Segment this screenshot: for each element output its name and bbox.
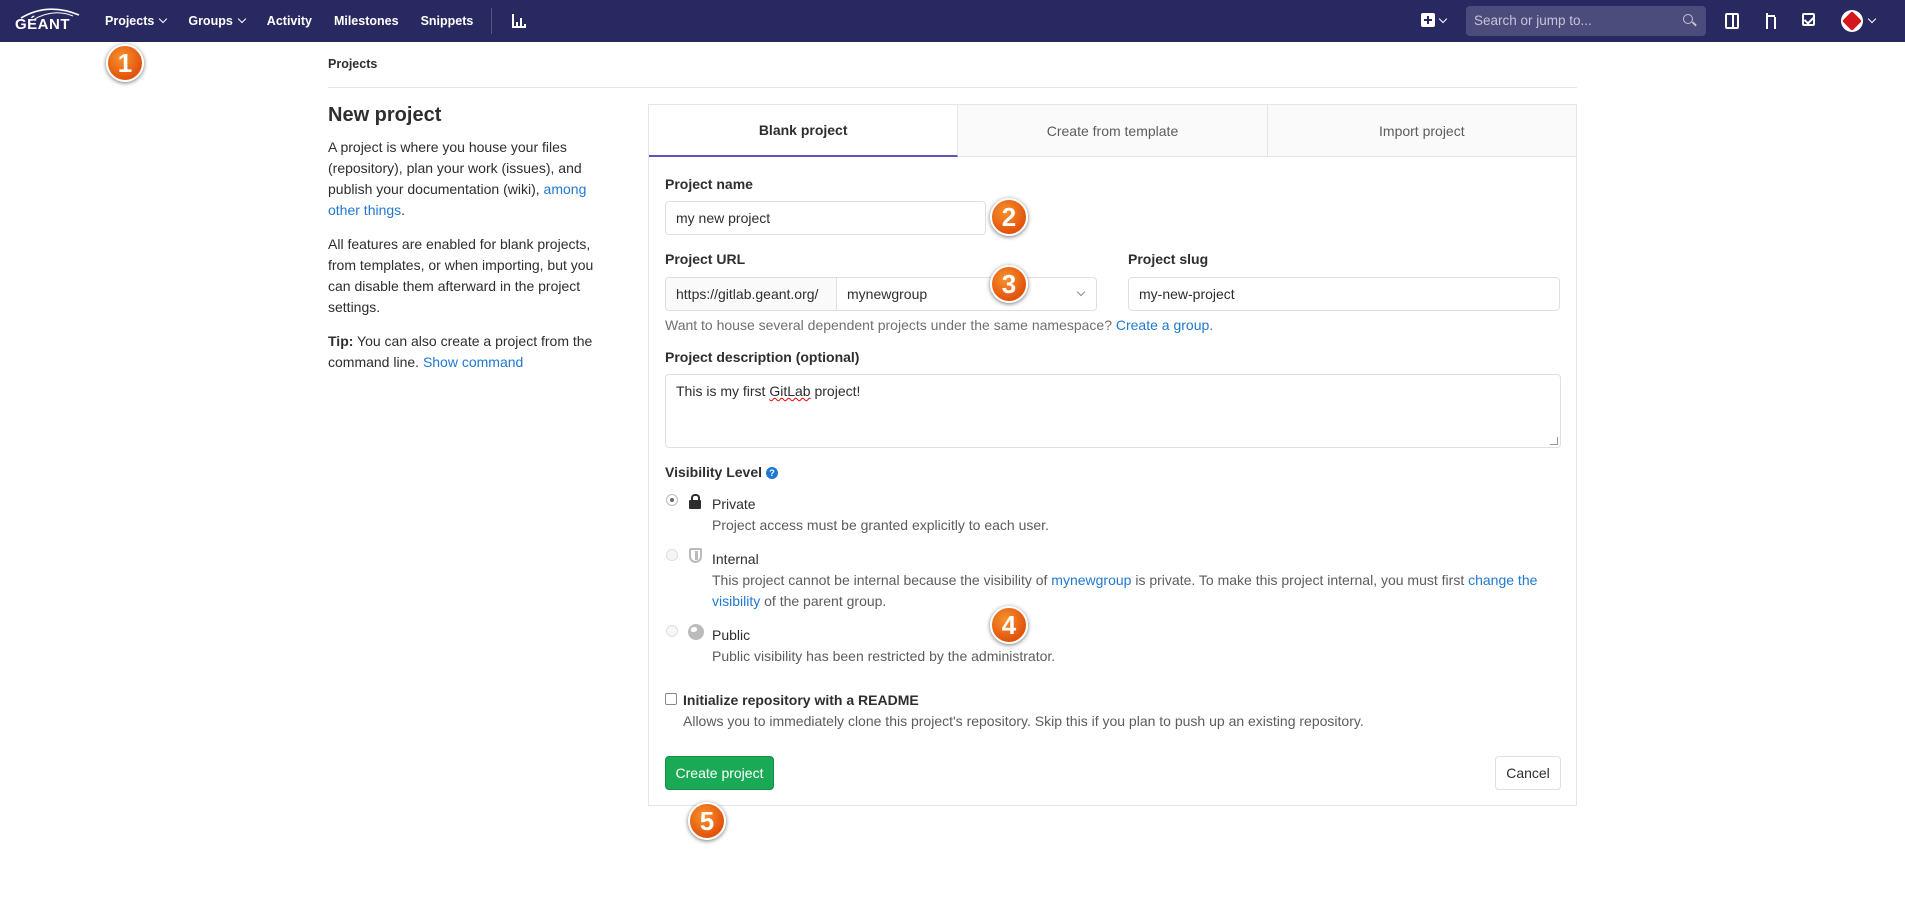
visibility-public-desc: Public visibility has been restricted by… [712,648,1056,664]
nav-milestones[interactable]: Milestones [334,14,399,28]
project-type-tabs: Blank project Create from template Impor… [649,105,1576,157]
step-marker-5: 5 [688,802,726,840]
visibility-public-label: Public [712,627,751,643]
nav-projects[interactable]: Projects [105,14,168,28]
user-avatar[interactable] [1841,10,1863,32]
project-name-label: Project name [665,176,753,192]
visibility-label: Visibility Level? [665,464,779,480]
description-text-end: project! [810,383,861,399]
visibility-private-label: Private [712,496,756,512]
description-textarea[interactable]: This is my first GitLab project! [665,374,1561,448]
todo-check-icon[interactable] [1802,13,1815,26]
visibility-internal-label: Internal [712,551,759,567]
url-prefix: https://gitlab.geant.org/ [665,277,837,311]
issues-icon[interactable] [1725,13,1739,29]
step-marker-4: 4 [990,606,1028,644]
project-slug-input[interactable]: my-new-project [1128,277,1560,311]
nav-snippets[interactable]: Snippets [421,14,474,28]
namespace-select[interactable]: mynewgroup [836,277,1097,311]
search-icon [1683,14,1693,24]
internal-desc-text: This project cannot be internal because … [712,572,1052,588]
intro-column: New project A project is where you house… [328,104,598,386]
search-input[interactable]: Search or jump to... [1466,6,1706,36]
nav-groups[interactable]: Groups [188,14,247,28]
step-marker-2: 2 [990,198,1028,236]
tab-import-project[interactable]: Import project [1268,105,1576,156]
nav-groups-label: Groups [188,14,233,28]
merge-request-icon[interactable] [1764,13,1778,29]
shield-icon [689,548,702,563]
visibility-internal-radio[interactable] [666,549,678,561]
step-marker-1: 1 [106,44,144,82]
new-plus-icon[interactable] [1421,13,1435,27]
nav-activity[interactable]: Activity [267,14,312,28]
description-text: This is my first [676,383,770,399]
resize-handle[interactable] [1550,437,1558,445]
create-project-button[interactable]: Create project [665,756,774,790]
visibility-private-desc: Project access must be granted explicitl… [712,517,1049,533]
description-misspelled-word: GitLab [769,383,811,399]
readme-help: Allows you to immediately clone this pro… [683,713,1364,729]
chevron-down-icon [159,14,168,24]
visibility-private-radio[interactable] [666,494,678,506]
namespace-help-text: Want to house several dependent projects… [665,317,1112,333]
geant-logo[interactable]: GÉANT [13,6,83,36]
intro-period: . [401,202,406,218]
internal-desc-text-2: is private. To make this project interna… [1131,572,1469,588]
breadcrumb[interactable]: Projects [328,57,377,71]
description-label: Project description (optional) [665,349,860,365]
project-slug-label: Project slug [1128,251,1209,267]
nav-projects-label: Projects [105,14,155,28]
visibility-label-text: Visibility Level [665,464,763,480]
tab-blank-project[interactable]: Blank project [649,105,959,157]
project-url-label: Project URL [665,251,746,267]
intro-paragraph: A project is where you house your files … [328,137,598,221]
visibility-internal-desc: This project cannot be internal because … [712,570,1562,612]
logo-text: GÉANT [15,16,70,33]
readme-checkbox[interactable] [665,693,677,705]
top-navbar: GÉANT Projects Groups Activity Milestone… [0,0,1905,42]
new-project-panel: Blank project Create from template Impor… [648,104,1577,806]
visibility-public-radio[interactable] [666,625,678,637]
tip-label: Tip: [328,333,354,349]
chevron-down-icon[interactable] [1867,14,1877,24]
chevron-down-icon[interactable] [1438,14,1448,24]
help-question-icon[interactable]: ? [766,467,779,479]
tip-paragraph: Tip: You can also create a project from … [328,331,598,373]
nav-divider [491,8,493,34]
features-paragraph: All features are enabled for blank proje… [328,236,594,315]
breadcrumb-divider [328,87,1577,88]
create-group-link[interactable]: Create a group. [1116,317,1213,333]
internal-desc-text-3: of the parent group. [760,593,887,609]
step-marker-3: 3 [990,265,1028,303]
cancel-button[interactable]: Cancel [1495,756,1561,790]
lock-icon [689,494,701,509]
tab-create-from-template[interactable]: Create from template [958,105,1268,156]
page-title: New project [328,104,442,126]
chevron-down-icon [237,14,247,24]
globe-icon [688,624,704,640]
readme-label[interactable]: Initialize repository with a README [683,692,919,708]
namespace-help: Want to house several dependent projects… [665,317,1213,333]
project-name-input[interactable]: my new project [665,201,986,235]
mynewgroup-link[interactable]: mynewgroup [1051,572,1131,588]
analytics-chart-icon[interactable] [512,14,527,28]
show-command-link[interactable]: Show command [423,354,523,370]
